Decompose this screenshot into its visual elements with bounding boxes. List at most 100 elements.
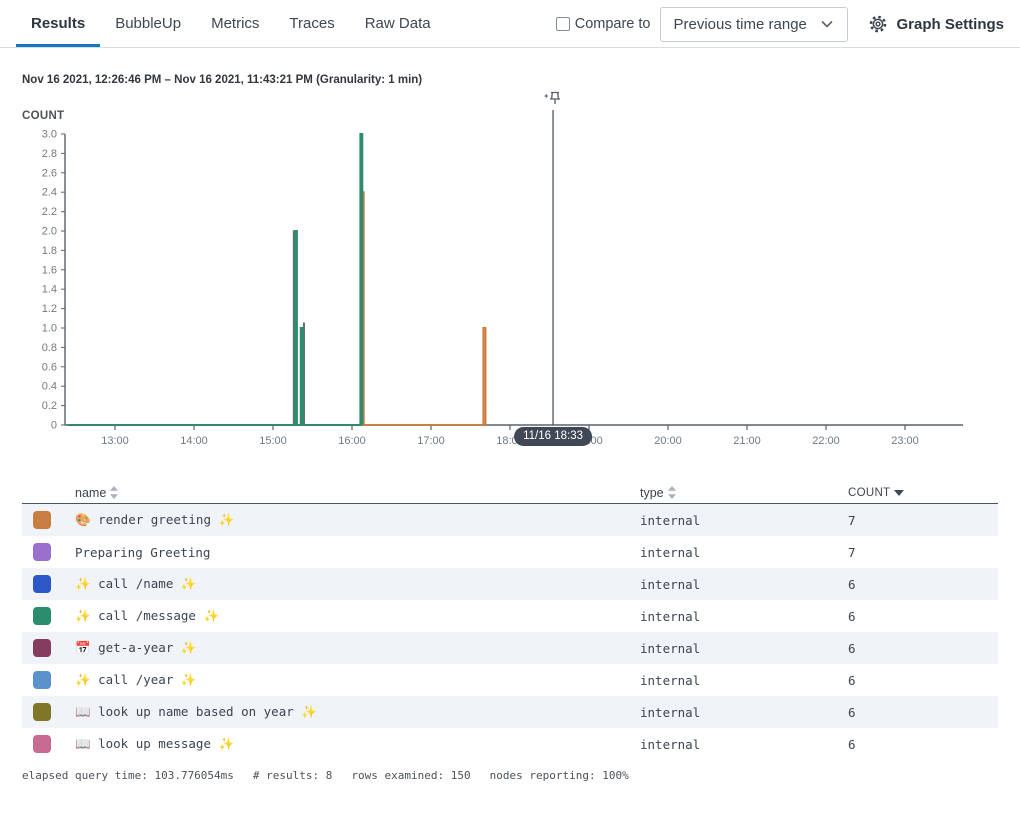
row-count: 6 (848, 705, 998, 720)
row-name: ✨ call /name ✨ (75, 576, 640, 592)
stat-item: rows examined: 150 (351, 769, 470, 782)
svg-text:2.6: 2.6 (42, 167, 57, 179)
column-header-name[interactable]: name (75, 486, 640, 500)
svg-text:14:00: 14:00 (180, 435, 208, 447)
chart-canvas[interactable]: 00.20.40.60.81.01.21.41.61.82.02.22.42.6… (0, 90, 1020, 462)
gear-icon (868, 14, 888, 34)
row-name: 📖 look up message ✨ (75, 736, 640, 752)
row-type: internal (640, 545, 848, 560)
column-label: type (640, 486, 664, 500)
chart-area: 00.20.40.60.81.01.21.41.61.82.02.22.42.6… (0, 90, 1020, 462)
column-label: name (75, 486, 106, 500)
svg-text:23:00: 23:00 (891, 435, 919, 447)
stat-item: elapsed query time: 103.776054ms (22, 769, 234, 782)
row-name: 📅 get-a-year ✨ (75, 640, 640, 656)
tab-label: Metrics (211, 15, 259, 32)
row-count: 6 (848, 737, 998, 752)
compare-to-checkbox[interactable] (556, 17, 570, 31)
row-type: internal (640, 705, 848, 720)
tab-metrics[interactable]: Metrics (196, 0, 274, 47)
row-name: 📖 look up name based on year ✨ (75, 704, 640, 720)
pin-icon[interactable] (543, 90, 563, 108)
tab-traces[interactable]: Traces (274, 0, 349, 47)
row-count: 7 (848, 545, 998, 560)
series-color-swatch (33, 511, 51, 529)
table-row[interactable]: 📖 look up name based on year ✨internal6 (22, 696, 998, 728)
svg-text:1.0: 1.0 (42, 323, 57, 335)
row-type: internal (640, 577, 848, 592)
chevron-down-icon (819, 16, 835, 32)
series-color-swatch (33, 735, 51, 753)
svg-text:3.0: 3.0 (42, 129, 57, 141)
table-row[interactable]: ✨ call /name ✨internal6 (22, 568, 998, 600)
svg-text:1.2: 1.2 (42, 303, 57, 315)
tab-bubbleup[interactable]: BubbleUp (100, 0, 196, 47)
svg-text:2.0: 2.0 (42, 226, 57, 238)
svg-text:2.8: 2.8 (42, 148, 57, 160)
svg-text:0: 0 (51, 420, 57, 432)
crosshair-tooltip: 11/16 18:33 (514, 427, 592, 446)
tab-label: Raw Data (365, 15, 431, 32)
graph-settings-label: Graph Settings (896, 16, 1004, 33)
svg-text:21:00: 21:00 (733, 435, 761, 447)
time-range-summary: Nov 16 2021, 12:26:46 PM – Nov 16 2021, … (22, 74, 422, 86)
svg-text:22:00: 22:00 (812, 435, 840, 447)
results-table: name type COUNT 🎨 render greet (22, 482, 998, 760)
table-row[interactable]: Preparing Greetinginternal7 (22, 536, 998, 568)
svg-text:17:00: 17:00 (417, 435, 445, 447)
series-color-swatch (33, 607, 51, 625)
sort-icon (110, 486, 118, 499)
tab-label: Traces (289, 15, 334, 32)
table-header: name type COUNT (22, 482, 998, 504)
row-type: internal (640, 609, 848, 624)
table-body: 🎨 render greeting ✨internal7Preparing Gr… (22, 504, 998, 760)
tab-label: BubbleUp (115, 15, 181, 32)
row-count: 6 (848, 673, 998, 688)
series-color-swatch (33, 703, 51, 721)
svg-text:2.4: 2.4 (42, 187, 57, 199)
svg-text:15:00: 15:00 (259, 435, 287, 447)
row-type: internal (640, 737, 848, 752)
svg-text:0.2: 0.2 (42, 400, 57, 412)
sort-desc-icon (894, 490, 904, 496)
row-count: 6 (848, 641, 998, 656)
tab-label: Results (31, 15, 85, 32)
table-row[interactable]: 📅 get-a-year ✨internal6 (22, 632, 998, 664)
time-range-select-value: Previous time range (673, 16, 806, 33)
table-row[interactable]: 🎨 render greeting ✨internal7 (22, 504, 998, 536)
row-name: Preparing Greeting (75, 545, 640, 560)
series-color-swatch (33, 575, 51, 593)
toolbar: Compare to Previous time range Graph Set… (556, 0, 1004, 48)
row-count: 6 (848, 577, 998, 592)
row-count: 7 (848, 513, 998, 528)
svg-text:1.8: 1.8 (42, 245, 57, 257)
series-color-swatch (33, 671, 51, 689)
row-count: 6 (848, 609, 998, 624)
compare-to-control: Compare to (556, 16, 651, 32)
table-row[interactable]: 📖 look up message ✨internal6 (22, 728, 998, 760)
stat-item: # results: 8 (253, 769, 332, 782)
row-name: 🎨 render greeting ✨ (75, 512, 640, 528)
table-row[interactable]: ✨ call /message ✨internal6 (22, 600, 998, 632)
row-name: ✨ call /message ✨ (75, 608, 640, 624)
time-range-select[interactable]: Previous time range (660, 7, 848, 42)
query-stats: elapsed query time: 103.776054ms # resul… (22, 769, 629, 782)
compare-to-label: Compare to (575, 16, 651, 32)
svg-text:0.6: 0.6 (42, 361, 57, 373)
column-header-type[interactable]: type (640, 486, 848, 500)
tab-raw-data[interactable]: Raw Data (350, 0, 446, 47)
svg-text:16:00: 16:00 (338, 435, 366, 447)
svg-text:20:00: 20:00 (654, 435, 682, 447)
top-bar: Results BubbleUp Metrics Traces Raw Data… (0, 0, 1020, 48)
column-header-count[interactable]: COUNT (848, 487, 998, 499)
tab-results[interactable]: Results (16, 0, 100, 47)
table-row[interactable]: ✨ call /year ✨internal6 (22, 664, 998, 696)
results-page: Results BubbleUp Metrics Traces Raw Data… (0, 0, 1020, 818)
svg-text:1.4: 1.4 (42, 284, 57, 296)
series-color-swatch (33, 639, 51, 657)
svg-text:2.2: 2.2 (42, 206, 57, 218)
row-type: internal (640, 673, 848, 688)
graph-settings-button[interactable]: Graph Settings (868, 14, 1004, 34)
tab-bar: Results BubbleUp Metrics Traces Raw Data (0, 0, 446, 47)
svg-text:1.6: 1.6 (42, 264, 57, 276)
